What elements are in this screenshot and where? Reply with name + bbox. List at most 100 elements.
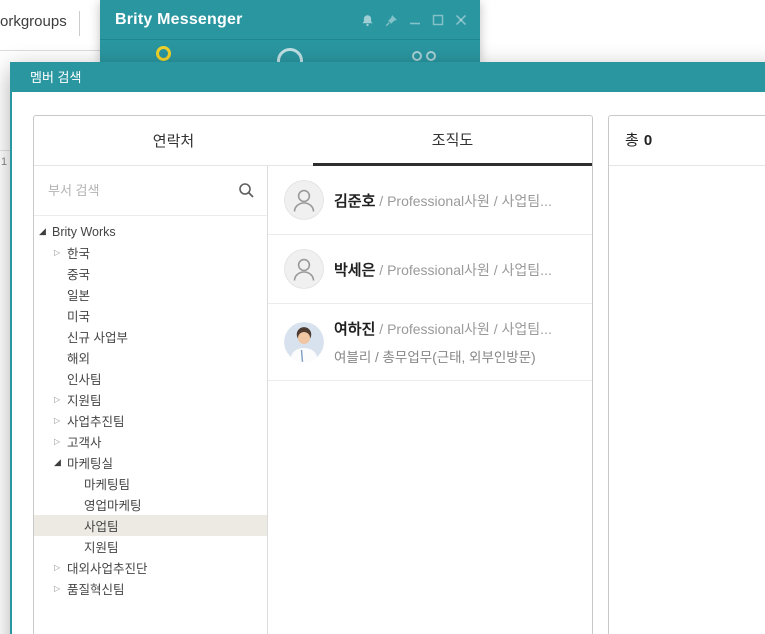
member-row[interactable]: 박세은 / Professional사원 / 사업팀... [268, 235, 592, 304]
tree-item-label: 한국 [67, 247, 91, 261]
tree-item[interactable]: ▷ 고객사 [34, 431, 267, 452]
org-tree: ◢ Brity Works ▷ 한국 중국 일본 미국 신규 사업부 해외 인사… [34, 216, 267, 599]
member-name: 박세은 [334, 261, 376, 279]
selected-members-panel: 총0 [608, 115, 765, 634]
dialog-body: 연락처 조직도 ◢ Brity W [12, 92, 765, 634]
close-icon[interactable] [455, 14, 467, 26]
messenger-title: Brity Messenger [115, 11, 243, 28]
tree-item-label: 대외사업추진단 [67, 562, 148, 576]
tree-expander-icon[interactable]: ▷ [54, 578, 67, 599]
tree-expander-icon[interactable]: ▷ [54, 557, 67, 578]
tree-expander-icon[interactable]: ▷ [54, 410, 67, 431]
member-name: 여하진 [334, 321, 376, 338]
member-text: 여하진 / Professional사원 / 사업팀... 여블리 / 총무업무… [334, 318, 552, 366]
tree-item[interactable]: ▷ 사업추진팀 [34, 410, 267, 431]
member-row[interactable]: 김준호 / Professional사원 / 사업팀... [268, 166, 592, 235]
tree-item[interactable]: 마케팅팀 [34, 473, 267, 494]
tree-item[interactable]: 미국 [34, 305, 267, 326]
status-ring-icon [277, 48, 303, 62]
tab-contacts[interactable]: 연락처 [34, 116, 313, 166]
member-text: 김준호 / Professional사원 / 사업팀... [334, 190, 552, 211]
member-name: 김준호 [334, 192, 376, 210]
tree-item[interactable]: ▷ 한국 [34, 242, 267, 263]
selected-count-header: 총0 [609, 116, 765, 166]
tree-item-label: 지원팀 [84, 541, 119, 555]
bell-icon[interactable] [361, 14, 374, 27]
tree-item[interactable]: 지원팀 [34, 536, 267, 557]
dialog-titlebar[interactable]: 멤버 검색 [12, 64, 765, 92]
tree-item-label: 사업팀 [84, 520, 119, 534]
tree-item-label: 미국 [67, 310, 91, 324]
tree-item[interactable]: ◢ 마케팅실 [34, 452, 267, 473]
tree-item[interactable]: ◢ Brity Works [34, 221, 267, 242]
tab-contacts-label: 연락처 [152, 133, 195, 150]
tree-item-label: 마케팅실 [67, 457, 114, 471]
total-label: 총 [625, 132, 639, 149]
background-app-text: orkgroups [0, 13, 67, 30]
tree-item-label: 해외 [67, 352, 91, 366]
tree-expander-icon[interactable]: ▷ [54, 389, 67, 410]
minimize-icon[interactable] [409, 14, 421, 26]
department-search [34, 166, 267, 216]
tree-expander-icon[interactable]: ▷ [54, 431, 67, 452]
tree-item-label: 사업추진팀 [67, 415, 125, 429]
person-placeholder-icon [284, 180, 324, 220]
member-info: / Professional사원 / 사업팀... [379, 192, 552, 209]
panel-content: ◢ Brity Works ▷ 한국 중국 일본 미국 신규 사업부 해외 인사… [34, 166, 592, 634]
tree-item-label: 일본 [67, 289, 91, 303]
horizontal-divider [0, 50, 100, 51]
total-count: 0 [643, 132, 653, 149]
tree-item[interactable]: 사업팀 [34, 515, 267, 536]
tree-item-label: 인사팀 [67, 373, 102, 387]
member-sub-info: 여블리 / 총무업무(근태, 외부인방문) [334, 350, 536, 365]
tree-item-label: 중국 [67, 268, 91, 282]
member-list: 김준호 / Professional사원 / 사업팀... 박세은 / Prof… [268, 166, 592, 634]
search-icon[interactable] [238, 182, 255, 204]
tree-expander-icon[interactable]: ◢ [39, 221, 52, 242]
maximize-icon[interactable] [432, 14, 444, 26]
screen: orkgroups 1 Brity Messenger 멤버 검색 연락처 조직… [0, 0, 765, 634]
tab-orgchart[interactable]: 조직도 [313, 116, 592, 166]
messenger-body [100, 40, 480, 62]
tree-item-label: 영업마케팅 [84, 499, 142, 513]
tree-expander-icon[interactable]: ▷ [54, 242, 67, 263]
tree-item[interactable]: ▷ 지원팀 [34, 389, 267, 410]
horizontal-divider [0, 150, 10, 151]
tree-item[interactable]: 중국 [34, 263, 267, 284]
tab-bar: 연락처 조직도 [34, 116, 592, 166]
messenger-window: Brity Messenger [100, 0, 480, 62]
tab-orgchart-label: 조직도 [431, 132, 474, 149]
person-placeholder-icon [284, 249, 324, 289]
dialog-title: 멤버 검색 [30, 70, 82, 85]
directory-panel: 연락처 조직도 ◢ Brity W [33, 115, 593, 634]
tree-item[interactable]: 인사팀 [34, 368, 267, 389]
tree-item[interactable]: ▷ 대외사업추진단 [34, 557, 267, 578]
people-icon [426, 51, 436, 61]
tree-item-label: 고객사 [67, 436, 102, 450]
tree-item-label: 마케팅팀 [84, 478, 131, 492]
pin-icon[interactable] [385, 14, 398, 27]
tree-item[interactable]: 신규 사업부 [34, 326, 267, 347]
member-row[interactable]: 여하진 / Professional사원 / 사업팀... 여블리 / 총무업무… [268, 304, 592, 381]
profile-icon [156, 46, 171, 61]
tree-item[interactable]: ▷ 품질혁신팀 [34, 578, 267, 599]
member-info: / Professional사원 / 사업팀... [379, 261, 552, 278]
tree-item-label: 품질혁신팀 [67, 583, 125, 597]
avatar [284, 322, 324, 362]
avatar [284, 249, 324, 289]
department-search-input[interactable] [34, 166, 267, 215]
member-text: 박세은 / Professional사원 / 사업팀... [334, 259, 552, 280]
vertical-divider [79, 11, 80, 36]
people-icon [412, 51, 422, 61]
tree-item-label: 지원팀 [67, 394, 102, 408]
tree-expander-icon[interactable]: ◢ [54, 452, 67, 473]
window-controls [361, 0, 467, 40]
tree-item[interactable]: 일본 [34, 284, 267, 305]
tree-item[interactable]: 해외 [34, 347, 267, 368]
member-search-dialog: 멤버 검색 연락처 조직도 부서 검색 ◢ Brity Works ▷ 한국 중… [10, 62, 765, 634]
tree-item[interactable]: 영업마케팅 [34, 494, 267, 515]
tree-item-label: Brity Works [52, 224, 116, 239]
profile-photo [284, 322, 324, 362]
messenger-titlebar[interactable]: Brity Messenger [100, 0, 480, 40]
member-info: / Professional사원 / 사업팀... [379, 321, 552, 337]
